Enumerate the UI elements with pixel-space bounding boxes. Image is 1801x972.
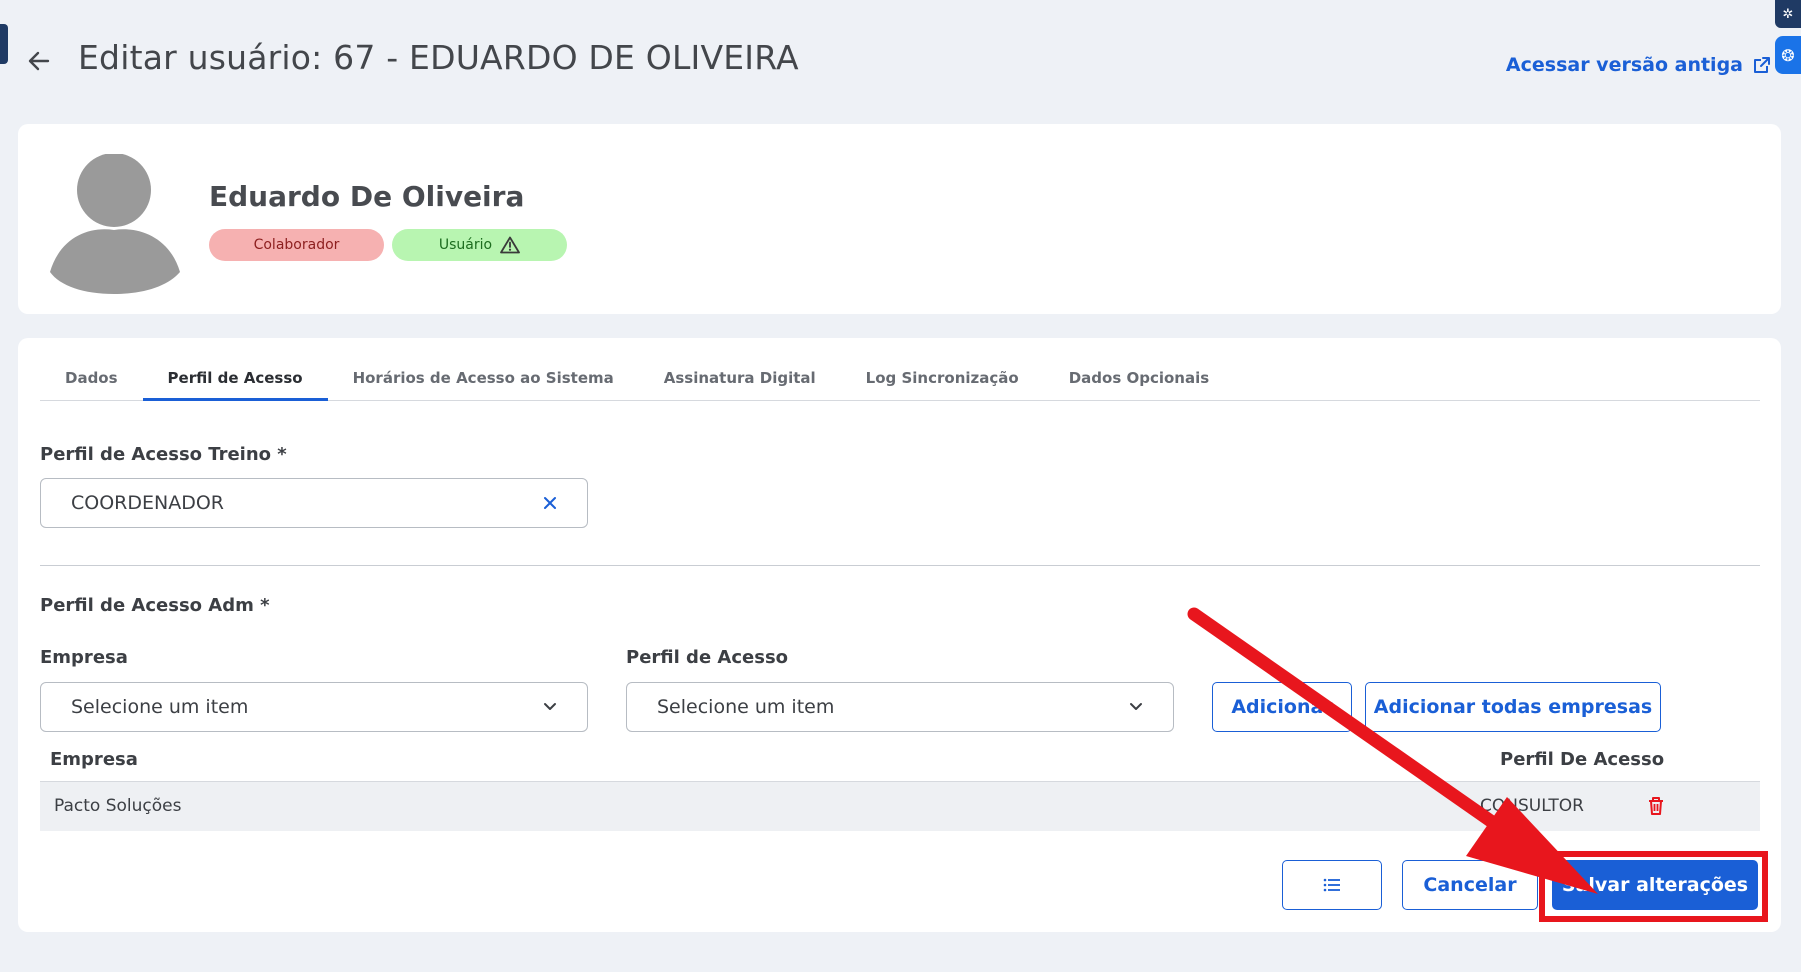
badge-colaborador: Colaborador [209,229,384,261]
list-view-button[interactable] [1282,860,1382,910]
treino-section-label: Perfil de Acesso Treino * [40,444,287,465]
accessibility-widget[interactable]: ✲ [1775,0,1801,28]
tab-dados-opcionais[interactable]: Dados Opcionais [1044,363,1234,401]
annotation-highlight-box [1539,851,1768,922]
tab-dados[interactable]: Dados [40,363,143,401]
perfil-label: Perfil de Acesso [626,647,789,668]
treino-profile-value: COORDENADOR [71,492,225,514]
treino-profile-select[interactable]: COORDENADOR [40,478,588,528]
main-card: Dados Perfil de Acesso Horários de Acess… [18,338,1781,932]
add-all-companies-button[interactable]: Adicionar todas empresas [1365,682,1661,732]
cell-empresa: Pacto Soluções [54,796,182,816]
arrow-left-icon [28,51,50,71]
old-version-link[interactable]: Acessar versão antiga [1506,54,1771,76]
cell-perfil: CONSULTOR [1480,796,1584,816]
column-header-perfil: Perfil De Acesso [1500,749,1665,770]
trash-icon[interactable] [1644,794,1668,818]
page-title: Editar usuário: 67 - EDUARDO DE OLIVEIRA [78,38,799,77]
old-version-link-label: Acessar versão antiga [1505,54,1743,76]
chevron-down-icon [1130,703,1142,710]
perfil-select[interactable]: Selecione um item [626,682,1174,732]
perfil-select-value: Selecione um item [657,696,835,718]
list-icon [1323,878,1340,892]
empresa-select[interactable]: Selecione um item [40,682,588,732]
adm-section-label: Perfil de Acesso Adm * [40,595,270,616]
avatar [50,154,180,294]
tab-horarios-de-acesso[interactable]: Horários de Acesso ao Sistema [328,363,639,401]
empresa-label: Empresa [40,647,128,668]
external-link-icon [1754,57,1770,73]
tab-log-sincronizacao[interactable]: Log Sincronização [841,363,1044,401]
role-badges: Colaborador Usuário [209,229,567,261]
warning-icon [500,236,521,254]
cancel-button[interactable]: Cancelar [1402,860,1538,910]
close-icon[interactable] [543,496,557,510]
badge-label: Colaborador [253,237,340,253]
table-header: Empresa Perfil De Acesso [40,745,1760,781]
profile-card: Eduardo De Oliveira Colaborador Usuário [18,124,1781,314]
back-button[interactable] [24,46,54,76]
user-name: Eduardo De Oliveira [209,180,525,213]
column-header-empresa: Empresa [50,749,138,770]
page-header: Editar usuário: 67 - EDUARDO DE OLIVEIRA… [0,28,1801,88]
badge-label: Usuário [438,237,493,253]
chevron-down-icon [544,703,556,710]
badge-usuario: Usuário [392,229,567,261]
section-divider [40,565,1760,566]
add-button[interactable]: Adicionar [1212,682,1352,732]
table-row: Pacto Soluções CONSULTOR [40,781,1760,831]
tab-bar: Dados Perfil de Acesso Horários de Acess… [40,363,1760,401]
empresa-select-value: Selecione um item [71,696,249,718]
tab-assinatura-digital[interactable]: Assinatura Digital [639,363,841,401]
accessibility-icon: ✲ [1782,6,1794,22]
tab-perfil-de-acesso[interactable]: Perfil de Acesso [142,363,328,401]
